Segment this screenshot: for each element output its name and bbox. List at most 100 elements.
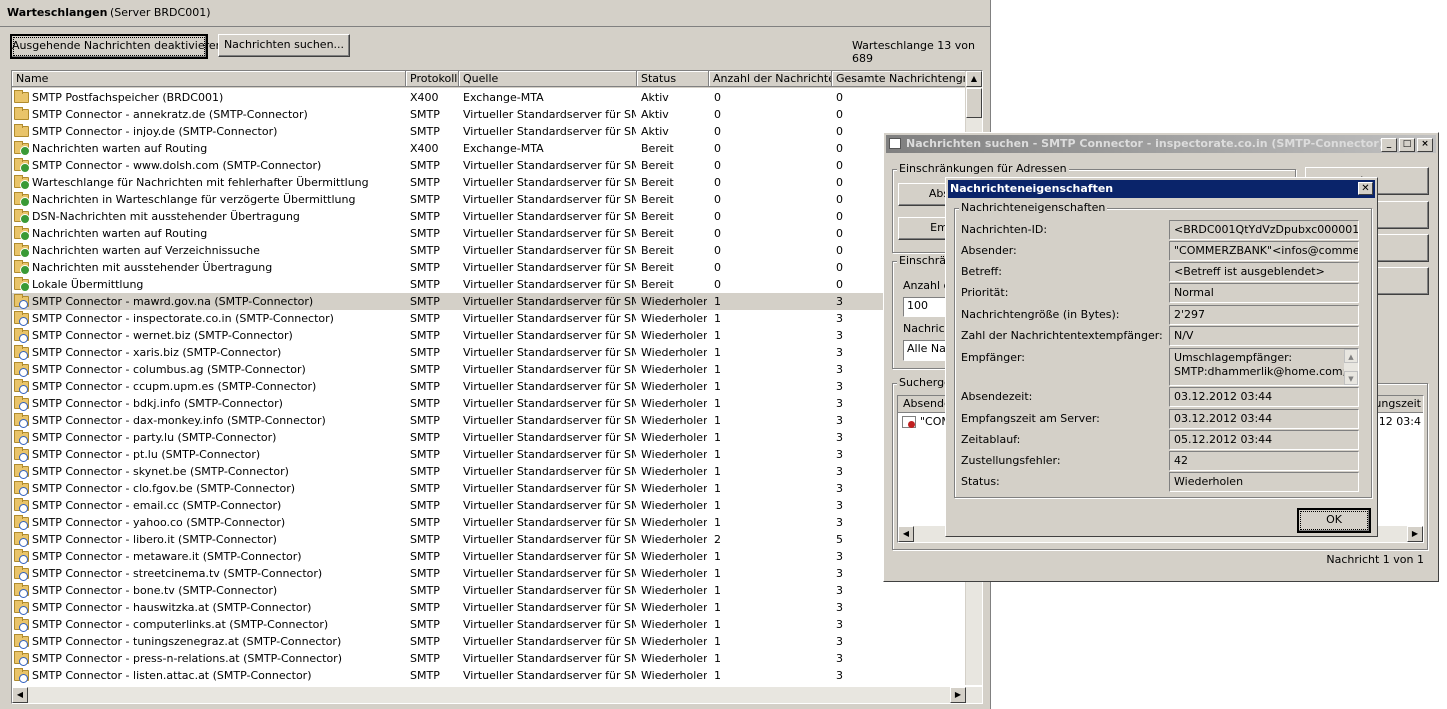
queue-retry-icon bbox=[14, 430, 29, 445]
row-source: Virtueller Standardserver für SMTP bbox=[463, 397, 636, 410]
results-scroll-right-icon[interactable]: ▶ bbox=[1407, 526, 1423, 542]
table-row[interactable]: Warteschlange für Nachrichten mit fehler… bbox=[12, 174, 970, 191]
table-row[interactable]: SMTP Connector - metaware.it (SMTP-Conne… bbox=[12, 548, 970, 565]
row-name: SMTP Connector - xaris.biz (SMTP-Connect… bbox=[32, 346, 282, 359]
table-row[interactable]: Nachrichten mit ausstehender Übertragung… bbox=[12, 259, 970, 276]
column-header-size[interactable]: Gesamte Nachrichtengröße bbox=[832, 71, 970, 87]
table-row[interactable]: Nachrichten in Warteschlange für verzöge… bbox=[12, 191, 970, 208]
row-status: Wiederholen bbox=[641, 346, 707, 359]
results-column-sender[interactable]: Absende bbox=[903, 396, 951, 412]
table-row[interactable]: SMTP Connector - hauswitzka.at (SMTP-Con… bbox=[12, 599, 970, 616]
row-size: 3 bbox=[836, 601, 843, 614]
disable-outgoing-button[interactable]: Ausgehende Nachrichten deaktivieren bbox=[10, 34, 223, 59]
results-column-time[interactable]: ungszeit bbox=[1374, 396, 1421, 412]
table-row[interactable]: SMTP Connector - inspectorate.co.in (SMT… bbox=[12, 310, 970, 327]
ok-button[interactable]: OK bbox=[1297, 508, 1371, 533]
minimize-icon[interactable]: _ bbox=[1381, 138, 1397, 152]
scroll-left-icon[interactable]: ◀ bbox=[12, 687, 28, 703]
table-row[interactable]: SMTP Connector - columbus.ag (SMTP-Conne… bbox=[12, 361, 970, 378]
property-value[interactable]: 03.12.2012 03:44 bbox=[1169, 387, 1359, 407]
table-row[interactable]: SMTP Connector - clo.fgov.be (SMTP-Conne… bbox=[12, 480, 970, 497]
results-scroll-left-icon[interactable]: ◀ bbox=[898, 526, 914, 542]
table-row[interactable]: SMTP Postfachspeicher (BRDC001) X400 Excha… bbox=[12, 89, 970, 106]
row-count: 1 bbox=[714, 397, 721, 410]
scroll-up-icon[interactable]: ▲ bbox=[1344, 349, 1358, 363]
property-value[interactable]: 42 bbox=[1169, 451, 1359, 471]
table-row[interactable]: SMTP Connector - computerlinks.at (SMTP-… bbox=[12, 616, 970, 633]
table-row[interactable]: SMTP Connector - bone.tv (SMTP-Connector… bbox=[12, 582, 970, 599]
row-name: DSN-Nachrichten mit ausstehender Übertra… bbox=[32, 210, 300, 223]
table-row[interactable]: SMTP Connector - mawrd.gov.na (SMTP-Conn… bbox=[12, 293, 970, 310]
table-row[interactable]: SMTP Connector - tuningszenegraz.at (SMT… bbox=[12, 633, 970, 650]
table-row[interactable]: SMTP Connector - press-n-relations.at (S… bbox=[12, 650, 970, 667]
property-value[interactable]: Wiederholen bbox=[1169, 472, 1359, 492]
table-row[interactable]: Nachrichten warten auf Routing SMTP Virtue… bbox=[12, 225, 970, 242]
row-source: Virtueller Standardserver für SMTP bbox=[463, 159, 636, 172]
table-row[interactable]: SMTP Connector - email.cc (SMTP-Connecto… bbox=[12, 497, 970, 514]
table-row[interactable]: Nachrichten warten auf Verzeichnissuche S… bbox=[12, 242, 970, 259]
table-row[interactable]: SMTP Connector - injoy.de (SMTP-Connecto… bbox=[12, 123, 970, 140]
table-row[interactable]: SMTP Connector - streetcinema.tv (SMTP-C… bbox=[12, 565, 970, 582]
table-row[interactable]: SMTP Connector - wernet.biz (SMTP-Connec… bbox=[12, 327, 970, 344]
scroll-right-icon[interactable]: ▶ bbox=[950, 687, 966, 703]
row-name: SMTP Connector - party.lu (SMTP-Connecto… bbox=[32, 431, 277, 444]
recipients-line1: Umschlagempfänger: bbox=[1174, 351, 1293, 364]
table-row[interactable]: SMTP Connector - party.lu (SMTP-Connecto… bbox=[12, 429, 970, 446]
row-source: Virtueller Standardserver für SMTP bbox=[463, 193, 636, 206]
folder-icon bbox=[14, 124, 29, 137]
property-value[interactable]: Normal bbox=[1169, 283, 1359, 303]
row-source: Virtueller Standardserver für SMTP bbox=[463, 227, 636, 240]
table-row[interactable]: SMTP Connector - ccupm.upm.es (SMTP-Conn… bbox=[12, 378, 970, 395]
property-value[interactable]: 2'297 bbox=[1169, 305, 1359, 325]
row-count: 1 bbox=[714, 567, 721, 580]
table-row[interactable]: SMTP Connector - libero.it (SMTP-Connect… bbox=[12, 531, 970, 548]
close-icon[interactable]: × bbox=[1417, 138, 1433, 152]
property-value[interactable]: <Betreff ist ausgeblendet> bbox=[1169, 262, 1359, 282]
column-header-count[interactable]: Anzahl der Nachrichten bbox=[709, 71, 832, 87]
table-row[interactable]: Nachrichten warten auf Routing X400 Exchan… bbox=[12, 140, 970, 157]
close-icon[interactable]: ✕ bbox=[1358, 182, 1373, 195]
queue-list[interactable]: Name Protokoll Quelle Status Anzahl der … bbox=[11, 70, 983, 704]
properties-titlebar[interactable]: Nachrichteneigenschaften ✕ bbox=[948, 180, 1375, 198]
scroll-up-icon[interactable]: ▲ bbox=[966, 71, 982, 87]
row-source: Virtueller Standardserver für SMTP bbox=[463, 108, 636, 121]
property-label: Zustellungsfehler: bbox=[961, 454, 1061, 467]
row-name: Nachrichten warten auf Verzeichnissuche bbox=[32, 244, 260, 257]
table-row[interactable]: SMTP Connector - annekratz.de (SMTP-Conn… bbox=[12, 106, 970, 123]
table-row[interactable]: SMTP Connector - xaris.biz (SMTP-Connect… bbox=[12, 344, 970, 361]
row-count: 0 bbox=[714, 159, 721, 172]
table-row[interactable]: SMTP Connector - yahoo.co (SMTP-Connecto… bbox=[12, 514, 970, 531]
table-row[interactable]: SMTP Connector - pt.lu (SMTP-Connector) S… bbox=[12, 446, 970, 463]
table-row[interactable]: SMTP Connector - bdkj.info (SMTP-Connect… bbox=[12, 395, 970, 412]
horizontal-scrollbar[interactable]: ◀ ▶ bbox=[12, 687, 982, 703]
row-status: Wiederholen bbox=[641, 499, 707, 512]
maximize-icon[interactable]: □ bbox=[1399, 138, 1415, 152]
search-dialog-title: Nachrichten suchen - SMTP Connector - in… bbox=[906, 137, 1384, 150]
table-row[interactable]: SMTP Connector - listen.attac.at (SMTP-C… bbox=[12, 667, 970, 684]
property-value[interactable]: 05.12.2012 03:44 bbox=[1169, 430, 1359, 450]
search-messages-button[interactable]: Nachrichten suchen... bbox=[218, 34, 350, 57]
property-value[interactable]: "COMMERZBANK"<infos@commerzb. bbox=[1169, 241, 1359, 261]
table-row[interactable]: SMTP Connector - dax-monkey.info (SMTP-C… bbox=[12, 412, 970, 429]
table-row[interactable]: SMTP Connector - skynet.be (SMTP-Connect… bbox=[12, 463, 970, 480]
row-status: Wiederholen bbox=[641, 312, 707, 325]
search-dialog-titlebar[interactable]: Nachrichten suchen - SMTP Connector - in… bbox=[886, 135, 1436, 153]
row-count: 0 bbox=[714, 142, 721, 155]
row-status: Wiederholen bbox=[641, 533, 707, 546]
vertical-scroll-thumb[interactable] bbox=[966, 88, 982, 118]
recipients-field[interactable]: Umschlagempfänger: SMTP:dhammerlik@home.c… bbox=[1169, 348, 1359, 386]
recipients-scrollbar[interactable]: ▲ ▼ bbox=[1344, 349, 1358, 385]
row-source: Virtueller Standardserver für SMTP bbox=[463, 533, 636, 546]
table-row[interactable]: Lokale Übermittlung SMTP Virtueller Standa… bbox=[12, 276, 970, 293]
property-value[interactable]: 03.12.2012 03:44 bbox=[1169, 409, 1359, 429]
column-header-protocol[interactable]: Protokoll bbox=[406, 71, 459, 87]
table-row[interactable]: SMTP Connector - www.dolsh.com (SMTP-Con… bbox=[12, 157, 970, 174]
property-value[interactable]: <BRDC001QtYdVzDpubxc0000013a@ bbox=[1169, 220, 1359, 240]
column-header-status[interactable]: Status bbox=[637, 71, 709, 87]
column-header-source[interactable]: Quelle bbox=[459, 71, 637, 87]
property-value[interactable]: N/V bbox=[1169, 326, 1359, 346]
result-time[interactable]: 12 03:4 bbox=[1379, 414, 1421, 430]
column-header-name[interactable]: Name bbox=[12, 71, 406, 87]
scroll-down-icon[interactable]: ▼ bbox=[1344, 371, 1358, 385]
table-row[interactable]: DSN-Nachrichten mit ausstehender Übertra… bbox=[12, 208, 970, 225]
